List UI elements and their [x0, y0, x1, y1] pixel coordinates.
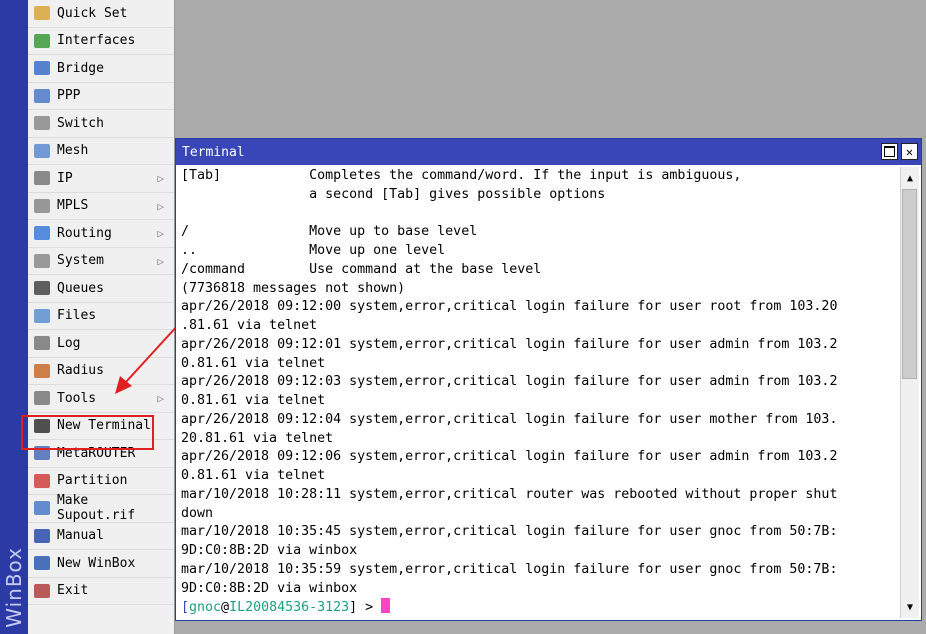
terminal-line: .81.61 via telnet	[181, 318, 318, 333]
scroll-up-button[interactable]: ▲	[901, 169, 919, 187]
terminal-line: /command Use command at the base level	[181, 261, 542, 277]
terminal-line: down	[181, 505, 214, 521]
terminal-line: mar/10/2018 10:35:45 system,error,critic…	[181, 524, 838, 540]
terminal-line: apr/26/2018 09:12:00 system,error,critic…	[181, 299, 838, 315]
terminal-line: mar/10/2018 10:28:11 system,error,critic…	[181, 486, 838, 502]
close-icon: ✕	[905, 144, 914, 159]
terminal-line: 20.81.61 via telnet	[181, 430, 334, 446]
terminal-window[interactable]: Terminal ✕ [Tab] Completes the command/w…	[175, 138, 922, 621]
terminal-line: 0.81.61 via telnet	[181, 393, 326, 408]
maximize-button[interactable]	[881, 143, 898, 160]
terminal-line: 0.81.61 via telnet	[181, 468, 326, 483]
terminal-line: apr/26/2018 09:12:03 system,error,critic…	[181, 374, 838, 390]
prompt-close: ] >	[349, 600, 374, 616]
terminal-line: / Move up to base level	[181, 224, 478, 240]
terminal-output[interactable]: [Tab] Completes the command/word. If the…	[181, 167, 897, 619]
terminal-line: 9D:C0:8B:2D via winbox	[181, 580, 358, 596]
terminal-line: mar/10/2018 10:35:59 system,error,critic…	[181, 561, 838, 577]
terminal-prompt[interactable]: [gnoc@IL20084536-3123] >	[181, 598, 897, 617]
terminal-line: apr/26/2018 09:12:06 system,error,critic…	[181, 449, 838, 465]
terminal-line: apr/26/2018 09:12:01 system,error,critic…	[181, 336, 838, 352]
scroll-down-button[interactable]: ▼	[901, 598, 919, 616]
terminal-line: (7736818 messages not shown)	[181, 280, 406, 296]
arrow-up-icon: ▲	[906, 172, 914, 184]
terminal-titlebar[interactable]: Terminal ✕	[176, 139, 921, 165]
maximize-icon	[884, 146, 895, 157]
terminal-title: Terminal	[182, 144, 245, 160]
terminal-scrollbar[interactable]: ▲ ▼	[900, 167, 919, 618]
prompt-host: IL20084536-3123	[229, 600, 350, 616]
prompt-user: gnoc	[189, 600, 222, 616]
prompt-at: @	[221, 600, 230, 616]
text-cursor[interactable]	[381, 598, 391, 614]
terminal-line: [Tab] Completes the command/word. If the…	[181, 168, 742, 183]
terminal-line: 0.81.61 via telnet	[181, 355, 326, 371]
terminal-line: apr/26/2018 09:12:04 system,error,critic…	[181, 411, 838, 427]
terminal-line: .. Move up one level	[181, 243, 446, 258]
prompt-open-bracket: [	[181, 600, 190, 616]
terminal-line: 9D:C0:8B:2D via winbox	[181, 543, 358, 558]
arrow-down-icon: ▼	[906, 601, 914, 613]
terminal-line: a second [Tab] gives possible options	[181, 186, 606, 202]
scrollbar-thumb[interactable]	[902, 189, 917, 379]
close-button[interactable]: ✕	[901, 143, 918, 160]
